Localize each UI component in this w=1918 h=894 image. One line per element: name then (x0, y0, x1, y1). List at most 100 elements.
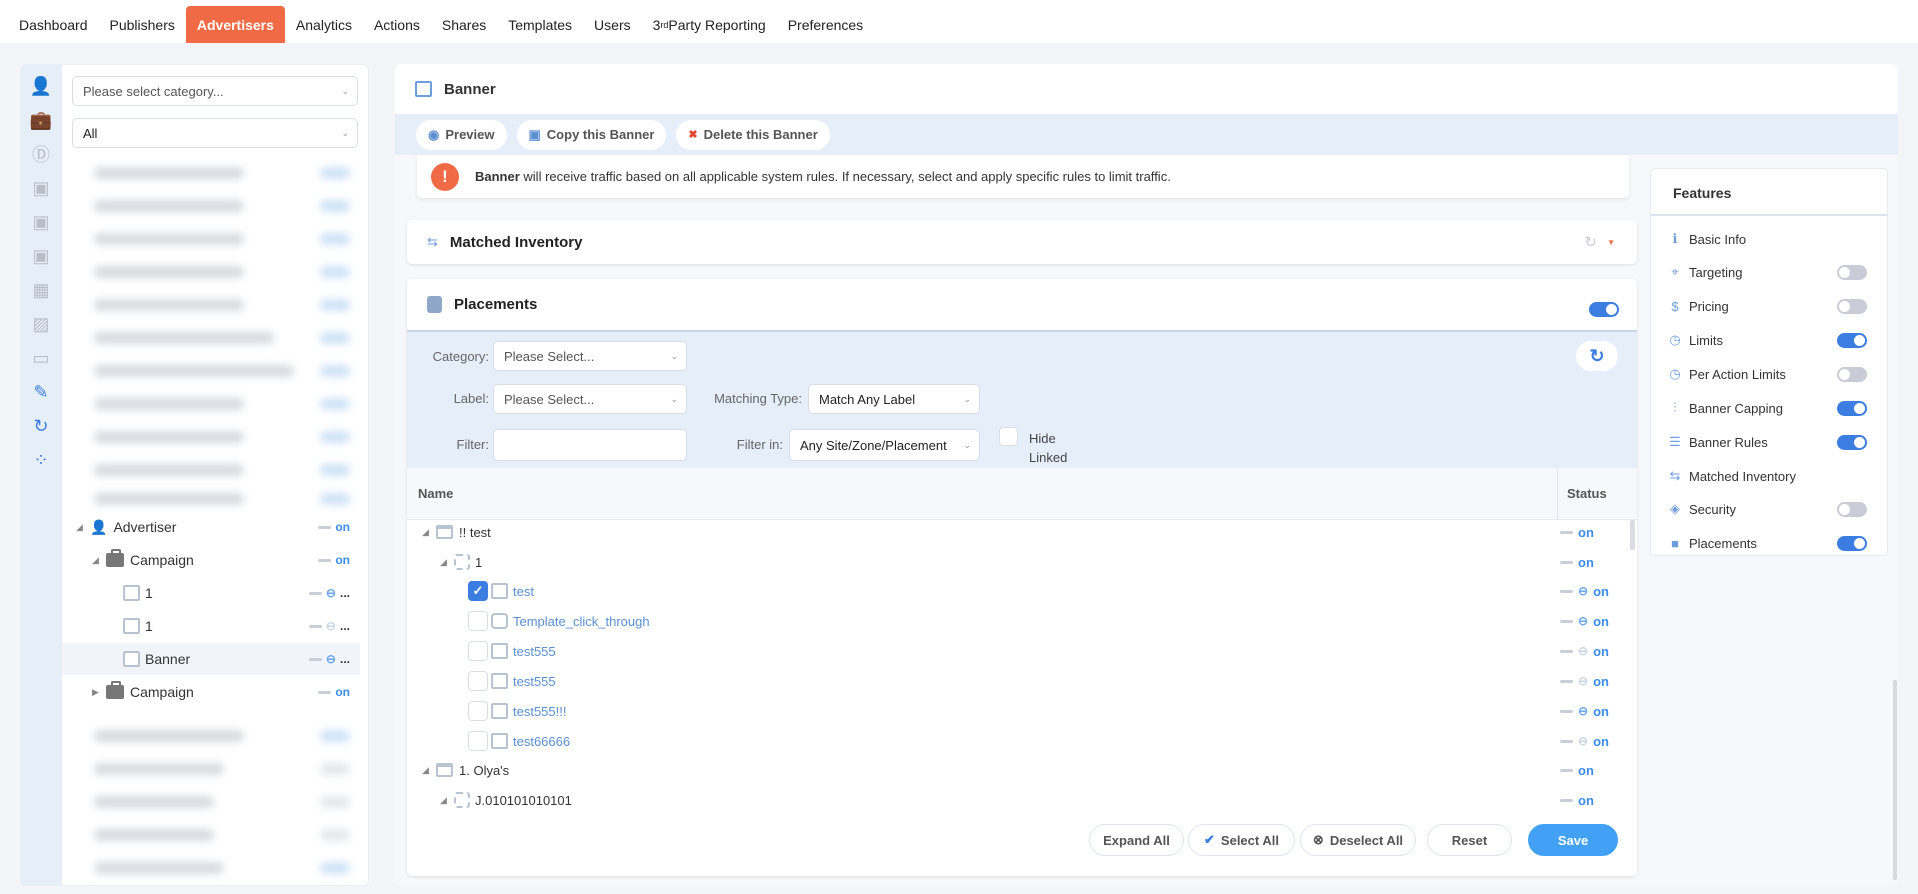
row-label[interactable]: test555!!! (513, 704, 566, 719)
status-linked[interactable]: ⊖... (308, 652, 350, 666)
tab-advertisers[interactable]: Advertisers (185, 6, 285, 43)
row-label[interactable]: test (513, 584, 534, 599)
feature-targeting[interactable]: ⌖ Targeting (1667, 261, 1867, 283)
row-label[interactable]: test66666 (513, 734, 570, 749)
add-dynamic-campaign-icon[interactable]: Ⓓ (29, 142, 53, 166)
delete-banner-button[interactable]: ✖ Delete this Banner (676, 119, 830, 150)
refresh-icon[interactable]: ↻ (1584, 233, 1597, 251)
add-campaign-icon[interactable]: 💼 (29, 108, 53, 132)
status-on[interactable]: on (1560, 793, 1594, 808)
matched-inventory-card[interactable]: ⇆ Matched Inventory ↻ ▼ (407, 220, 1637, 264)
row-checkbox[interactable] (468, 701, 488, 721)
table-row[interactable]: ◢ 1 on (407, 547, 1627, 577)
status-linked[interactable]: ⊖... (308, 586, 350, 600)
feature-basic-info[interactable]: ℹ Basic Info (1667, 228, 1867, 250)
pricing-toggle[interactable] (1837, 298, 1867, 314)
status-on[interactable]: on (1560, 555, 1594, 570)
tab-3rd-party-reporting[interactable]: 3rd Party Reporting (642, 6, 777, 43)
status-filter-select[interactable]: All ⌄ (72, 118, 358, 148)
tree-row-campaign[interactable]: ▶ Campaign on (62, 676, 360, 708)
collapse-arrow-icon[interactable]: ◢ (422, 765, 436, 776)
reset-filters-button[interactable]: ↻ (1576, 341, 1618, 371)
tab-shares[interactable]: Shares (431, 6, 497, 43)
placements-feature-toggle[interactable] (1837, 535, 1867, 551)
feature-per-action-limits[interactable]: ◷ Per Action Limits (1667, 363, 1867, 385)
feature-security[interactable]: ◈ Security (1667, 498, 1867, 520)
status-linked[interactable]: ⊖ on (1560, 614, 1609, 629)
row-checkbox[interactable] (468, 641, 488, 661)
banner-capping-toggle[interactable] (1837, 400, 1867, 416)
edit-pencil-icon[interactable]: ✎ (29, 380, 53, 404)
label-select[interactable]: Please Select... ⌄ (493, 384, 687, 414)
table-row[interactable]: test66666 ⊖ on (407, 726, 1627, 756)
row-label[interactable]: Template_click_through (513, 614, 650, 629)
column-status[interactable]: Status (1557, 468, 1607, 520)
feature-placements[interactable]: ■ Placements (1667, 532, 1867, 554)
bubbles-icon[interactable]: ⁘ (29, 448, 53, 472)
add-video-banner-icon[interactable]: ▦ (29, 278, 53, 302)
targeting-toggle[interactable] (1837, 264, 1867, 280)
column-name[interactable]: Name (418, 486, 453, 501)
table-row[interactable]: ◢ 1. Olya's on (407, 755, 1627, 785)
status-unlinked[interactable]: ⊖... (308, 619, 350, 633)
row-checkbox[interactable] (468, 671, 488, 691)
category-select[interactable]: Please Select... ⌄ (493, 341, 687, 371)
expand-all-button[interactable]: Expand All (1089, 824, 1184, 856)
table-row[interactable]: ✓ test ⊖ on (407, 576, 1627, 606)
tab-dashboard[interactable]: Dashboard (8, 6, 99, 43)
add-advertiser-icon[interactable]: 👤 (29, 74, 53, 98)
tree-row-advertiser[interactable]: ◢ 👤 Advertiser on (62, 511, 360, 543)
tree-row-campaign[interactable]: ◢ Campaign on (62, 544, 360, 576)
placements-toggle[interactable] (1589, 302, 1619, 317)
collapse-arrow-icon[interactable]: ◢ (422, 527, 436, 538)
save-button[interactable]: Save (1528, 824, 1618, 856)
refresh-icon[interactable]: ↻ (29, 414, 53, 438)
reset-button[interactable]: Reset (1427, 824, 1512, 856)
banner-rules-toggle[interactable] (1837, 434, 1867, 450)
status-unlinked[interactable]: ⊖ on (1560, 644, 1609, 659)
tab-actions[interactable]: Actions (363, 6, 431, 43)
collapse-arrow-icon[interactable]: ◢ (440, 795, 454, 806)
status-on[interactable]: on (318, 520, 350, 534)
tab-publishers[interactable]: Publishers (99, 6, 186, 43)
deselect-all-button[interactable]: ⊗ Deselect All (1300, 824, 1416, 856)
tree-row-banner[interactable]: 1 ⊖... (62, 577, 360, 609)
copy-banner-button[interactable]: ▣ Copy this Banner (516, 119, 667, 150)
feature-limits[interactable]: ◷ Limits (1667, 329, 1867, 351)
tree-row-banner[interactable]: 1 ⊖... (62, 610, 360, 642)
filter-input[interactable] (493, 429, 687, 461)
status-on[interactable]: on (1560, 525, 1594, 540)
feature-banner-rules[interactable]: ☰ Banner Rules (1667, 431, 1867, 453)
status-on[interactable]: on (318, 553, 350, 567)
filter-in-select[interactable]: Any Site/Zone/Placement ⌄ (789, 429, 980, 461)
feature-banner-capping[interactable]: ⫶ Banner Capping (1667, 397, 1867, 419)
matching-type-select[interactable]: Match Any Label ⌄ (808, 384, 980, 414)
status-on[interactable]: on (318, 685, 350, 699)
status-on[interactable]: on (1560, 763, 1594, 778)
table-row[interactable]: test555 ⊖ on (407, 636, 1627, 666)
row-checkbox-checked[interactable]: ✓ (468, 581, 488, 601)
collapse-arrow-icon[interactable]: ◢ (76, 522, 90, 533)
table-row[interactable]: ◢ J.010101010101 on (407, 785, 1627, 815)
table-row[interactable]: test555!!! ⊖ on (407, 696, 1627, 726)
caret-down-icon[interactable]: ▼ (1607, 238, 1615, 247)
row-label[interactable]: test555 (513, 674, 556, 689)
feature-pricing[interactable]: $ Pricing (1667, 295, 1867, 317)
status-linked[interactable]: ⊖ on (1560, 704, 1609, 719)
add-shirt-banner-icon[interactable]: ▣ (29, 210, 53, 234)
add-image-banner-icon[interactable]: ▣ (29, 244, 53, 268)
table-row[interactable]: test555 ⊖ on (407, 666, 1627, 696)
feature-matched-inventory[interactable]: ⇆ Matched Inventory (1667, 465, 1867, 487)
table-row[interactable]: ◢ !! test on (407, 517, 1627, 547)
collapse-arrow-icon[interactable]: ◢ (440, 557, 454, 568)
table-scrollbar[interactable] (1630, 520, 1635, 550)
row-checkbox[interactable] (468, 731, 488, 751)
security-toggle[interactable] (1837, 501, 1867, 517)
table-row[interactable]: Template_click_through ⊖ on (407, 606, 1627, 636)
collapse-arrow-icon[interactable]: ◢ (92, 555, 106, 566)
add-banner-icon[interactable]: ▣ (29, 176, 53, 200)
select-all-button[interactable]: ✔ Select All (1188, 824, 1295, 856)
row-label[interactable]: test555 (513, 644, 556, 659)
expand-arrow-icon[interactable]: ▶ (92, 687, 106, 698)
tree-row-banner-selected[interactable]: Banner ⊖... (62, 643, 360, 675)
